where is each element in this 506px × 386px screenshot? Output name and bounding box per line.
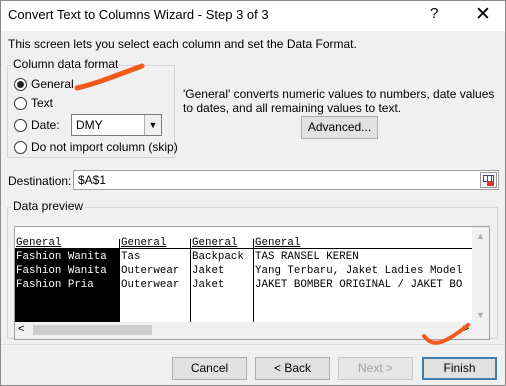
scroll-left-icon[interactable]: < [18, 323, 24, 335]
back-button[interactable]: < Back [255, 357, 330, 380]
wizard-window: Convert Text to Columns Wizard - Step 3 … [0, 0, 506, 386]
destination-value: $A$1 [78, 173, 107, 187]
preview-header-cell[interactable]: General [121, 236, 189, 250]
data-preview-grid[interactable]: General General General General Fashion … [14, 226, 490, 340]
preview-header-row: General General General General [15, 236, 300, 250]
preview-row: Fashion Wanita Tas Backpack TAS RANSEL K… [15, 250, 359, 264]
radio-date-label: Date: [31, 118, 60, 132]
preview-row: Fashion Wanita Outerwear Jaket Yang Terb… [15, 264, 462, 278]
radio-text-label: Text [31, 96, 54, 110]
column-divider[interactable] [190, 239, 191, 326]
preview-cell: Jaket [192, 279, 225, 291]
finish-button[interactable]: Finish [422, 357, 497, 380]
data-preview-legend: Data preview [11, 199, 86, 213]
scroll-down-icon[interactable]: ▼ [476, 310, 485, 320]
preview-cell: JAKET BOMBER ORIGINAL / JAKET BO [255, 279, 463, 291]
radio-general-label: General [31, 77, 74, 91]
column-divider[interactable] [253, 239, 254, 326]
radio-skip-indicator[interactable] [14, 140, 27, 154]
button-separator [1, 344, 505, 345]
column-format-legend: Column data format [11, 57, 121, 71]
scroll-up-icon[interactable]: ▲ [476, 231, 485, 241]
radio-date[interactable]: Date: [14, 118, 60, 132]
radio-text[interactable]: Text [14, 96, 53, 110]
preview-horizontal-scrollbar[interactable]: < > [15, 322, 489, 339]
scroll-thumb[interactable] [33, 325, 152, 335]
radio-skip-label: Do not import column (skip) [31, 140, 178, 154]
format-info-text: 'General' converts numeric values to num… [183, 87, 495, 115]
range-select-icon[interactable] [480, 172, 497, 188]
column-divider[interactable] [119, 239, 120, 326]
preview-header-cell[interactable]: General [192, 236, 252, 250]
close-button[interactable]: ✕ [475, 3, 491, 26]
preview-cell: Jaket [192, 265, 225, 277]
radio-general[interactable]: General [14, 77, 74, 91]
cancel-button[interactable]: Cancel [172, 357, 247, 380]
preview-header-cell[interactable]: General [255, 236, 473, 250]
advanced-button[interactable]: Advanced... [301, 116, 378, 139]
help-button[interactable]: ? [430, 5, 438, 22]
chevron-down-icon[interactable]: ▼ [144, 115, 161, 135]
date-format-value: DMY [76, 118, 103, 132]
preview-vertical-scrollbar[interactable]: ▲ ▼ [472, 227, 489, 325]
preview-cell: Tas [121, 251, 141, 263]
preview-cell: Fashion Pria [16, 279, 94, 291]
title-bar: Convert Text to Columns Wizard - Step 3 … [1, 1, 505, 31]
preview-cell: Outerwear [121, 279, 180, 291]
radio-date-indicator[interactable] [14, 118, 27, 132]
preview-row: Fashion Pria Outerwear Jaket JAKET BOMBE… [15, 278, 462, 292]
preview-cell: Outerwear [121, 265, 180, 277]
preview-cell: Fashion Wanita [16, 265, 107, 277]
radio-skip[interactable]: Do not import column (skip) [14, 140, 178, 154]
scroll-right-icon[interactable]: > [463, 323, 469, 335]
date-format-select[interactable]: DMY ▼ [71, 114, 162, 136]
window-title: Convert Text to Columns Wizard - Step 3 … [8, 7, 269, 22]
description-text: This screen lets you select each column … [8, 37, 357, 51]
radio-general-indicator[interactable] [14, 77, 27, 91]
radio-text-indicator[interactable] [14, 96, 27, 110]
preview-cell: TAS RANSEL KEREN [255, 251, 359, 263]
destination-input[interactable]: $A$1 [73, 170, 499, 190]
preview-cell: Backpack [192, 251, 244, 263]
preview-cell: Yang Terbaru, Jaket Ladies Model [255, 265, 463, 277]
preview-header-cell[interactable]: General [16, 236, 118, 250]
next-button[interactable]: Next > [338, 357, 413, 380]
preview-cell: Fashion Wanita [16, 251, 107, 263]
destination-label: Destination: [8, 174, 72, 188]
